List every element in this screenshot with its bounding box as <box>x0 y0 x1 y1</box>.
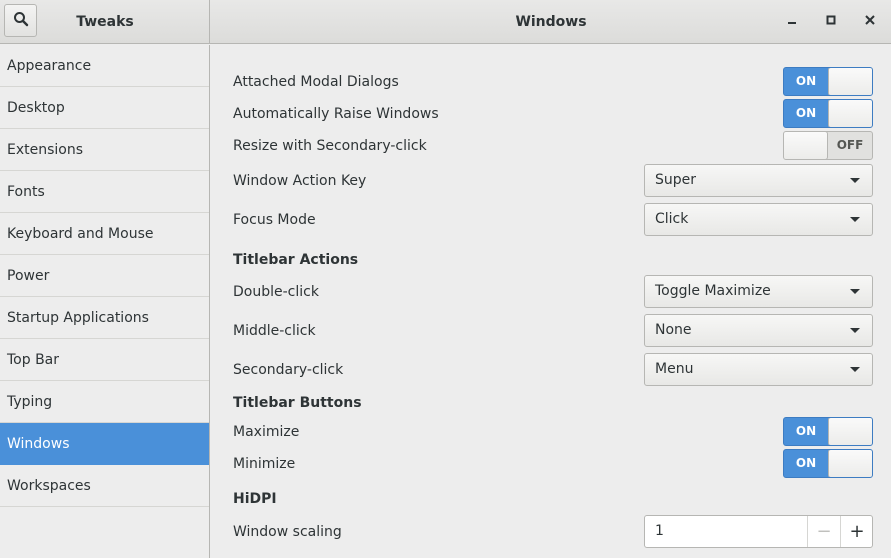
sidebar-item-top-bar[interactable]: Top Bar <box>0 339 209 381</box>
sidebar-item-keyboard-and-mouse[interactable]: Keyboard and Mouse <box>0 213 209 255</box>
sidebar: Appearance Desktop Extensions Fonts Keyb… <box>0 45 210 558</box>
attached-modal-label: Attached Modal Dialogs <box>233 74 399 90</box>
minimize-label: Minimize <box>233 456 296 472</box>
secondary-click-label: Secondary-click <box>233 362 344 378</box>
close-icon <box>864 14 876 30</box>
dropdown-arrow-icon <box>850 289 860 294</box>
decrement-button[interactable]: − <box>807 516 840 547</box>
middle-click-dropdown[interactable]: None <box>644 314 873 347</box>
hidpi-heading: HiDPI <box>233 491 277 507</box>
auto-raise-label: Automatically Raise Windows <box>233 106 439 122</box>
dropdown-value: Menu <box>655 361 694 377</box>
sidebar-item-windows[interactable]: Windows <box>0 423 209 465</box>
search-button[interactable] <box>4 4 37 37</box>
close-button[interactable] <box>860 12 880 32</box>
double-click-dropdown[interactable]: Toggle Maximize <box>644 275 873 308</box>
switch-knob <box>828 418 872 445</box>
maximize-switch[interactable]: ON <box>783 417 873 446</box>
search-icon <box>13 11 29 31</box>
sidebar-item-typing[interactable]: Typing <box>0 381 209 423</box>
sidebar-item-fonts[interactable]: Fonts <box>0 171 209 213</box>
minimize-icon <box>786 14 798 30</box>
maximize-icon <box>825 14 837 30</box>
sidebar-item-extensions[interactable]: Extensions <box>0 129 209 171</box>
double-click-label: Double-click <box>233 284 319 300</box>
sidebar-item-appearance[interactable]: Appearance <box>0 45 209 87</box>
middle-click-label: Middle-click <box>233 323 316 339</box>
switch-knob <box>828 100 872 127</box>
resize-secondary-switch[interactable]: OFF <box>783 131 873 160</box>
increment-button[interactable]: + <box>840 516 872 547</box>
focus-mode-dropdown[interactable]: Click <box>644 203 873 236</box>
titlebar-buttons-heading: Titlebar Buttons <box>233 395 362 411</box>
switch-state: ON <box>795 74 817 88</box>
switch-state: OFF <box>836 138 864 152</box>
action-key-label: Window Action Key <box>233 173 367 189</box>
switch-knob <box>828 450 872 477</box>
minimize-button[interactable] <box>782 12 802 32</box>
app-title: Tweaks <box>76 14 134 30</box>
switch-knob <box>784 132 828 159</box>
switch-state: ON <box>795 456 817 470</box>
secondary-click-dropdown[interactable]: Menu <box>644 353 873 386</box>
auto-raise-switch[interactable]: ON <box>783 99 873 128</box>
resize-secondary-label: Resize with Secondary-click <box>233 138 427 154</box>
dropdown-value: None <box>655 322 692 338</box>
dropdown-arrow-icon <box>850 328 860 333</box>
focus-mode-label: Focus Mode <box>233 212 316 228</box>
dropdown-arrow-icon <box>850 367 860 372</box>
window-scaling-input[interactable]: 1 <box>655 516 664 547</box>
switch-knob <box>828 68 872 95</box>
titlebar-actions-heading: Titlebar Actions <box>233 252 359 268</box>
settings-panel: Attached Modal Dialogs ON Automatically … <box>211 45 891 558</box>
sidebar-header: Tweaks <box>0 0 210 44</box>
dropdown-value: Super <box>655 172 697 188</box>
sidebar-item-power[interactable]: Power <box>0 255 209 297</box>
sidebar-item-startup-applications[interactable]: Startup Applications <box>0 297 209 339</box>
dropdown-arrow-icon <box>850 178 860 183</box>
dropdown-value: Toggle Maximize <box>655 283 771 299</box>
sidebar-item-workspaces[interactable]: Workspaces <box>0 465 209 507</box>
window-scaling-spinbutton: 1 − + <box>644 515 873 548</box>
minimize-switch[interactable]: ON <box>783 449 873 478</box>
switch-state: ON <box>795 106 817 120</box>
dropdown-value: Click <box>655 211 689 227</box>
dropdown-arrow-icon <box>850 217 860 222</box>
header-bar: Tweaks Windows <box>0 0 891 44</box>
action-key-dropdown[interactable]: Super <box>644 164 873 197</box>
maximize-button[interactable] <box>821 12 841 32</box>
switch-state: ON <box>795 424 817 438</box>
window-scaling-label: Window scaling <box>233 524 342 540</box>
sidebar-item-desktop[interactable]: Desktop <box>0 87 209 129</box>
attached-modal-switch[interactable]: ON <box>783 67 873 96</box>
maximize-label: Maximize <box>233 424 300 440</box>
